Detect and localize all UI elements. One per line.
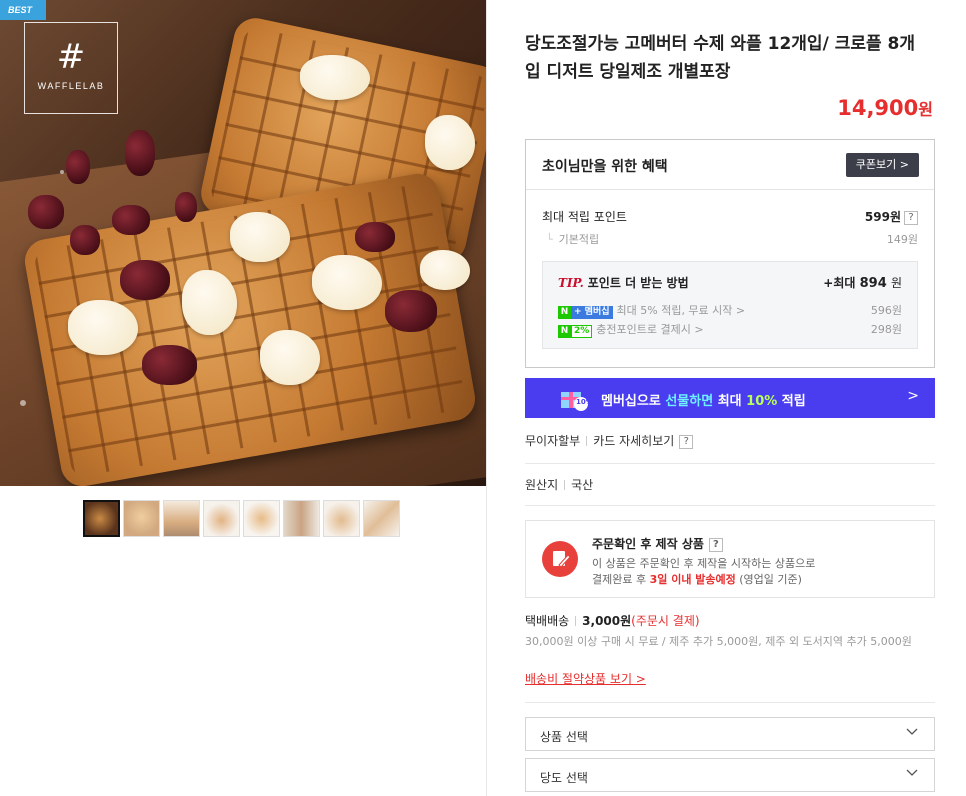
notice-line-2: 결제완료 후 3일 이내 발송예정 (영업일 기준) xyxy=(592,571,802,587)
max-points-help-icon[interactable]: ? xyxy=(904,211,918,225)
thumbnail-4[interactable] xyxy=(203,500,240,537)
base-points-label-wrap: └ 기본적립 xyxy=(542,231,599,247)
edit-note-icon xyxy=(542,541,578,577)
membership-gift-banner[interactable]: 10% 멤버십으로 선물하면 최대 10% 적립 > xyxy=(525,378,935,418)
banner-text-c: 최대 xyxy=(713,394,747,409)
logo-text: WAFFLELAB xyxy=(37,81,105,91)
chevron-down-icon xyxy=(906,728,918,735)
tip-row-value: 596원 xyxy=(870,304,902,317)
banner-text-a: 멤버십으로 xyxy=(601,394,666,409)
naver-n-icon: N xyxy=(558,325,571,338)
sweetness-select-dropdown[interactable]: 당도 선택 xyxy=(525,758,935,792)
thumbnail-7[interactable] xyxy=(323,500,360,537)
origin-label: 원산지 xyxy=(525,478,559,492)
chevron-down-icon xyxy=(906,769,918,776)
shipping-description: 30,000원 이상 구매 시 무료 / 제주 추가 5,000원, 제주 외 … xyxy=(525,635,912,648)
thumbnail-6[interactable] xyxy=(283,500,320,537)
divider xyxy=(525,463,935,464)
tip-row-label: 최대 5% 적립, 무료 시작 > xyxy=(616,304,746,317)
product-select-dropdown[interactable]: 상품 선택 xyxy=(525,717,935,751)
tip-title: TIP. 포인트 더 받는 방법 xyxy=(558,274,689,291)
banner-text-b: 선물하면 xyxy=(665,394,714,409)
tip-max: +최대 894 원 xyxy=(823,274,902,291)
tip-row-charge-points[interactable]: N 2% 충전포인트로 결제시 > 298원 xyxy=(558,321,902,338)
notice-title: 주문확인 후 제작 상품? xyxy=(592,535,723,552)
notice-ship-date: 3일 이내 발송예정 xyxy=(649,573,736,586)
benefit-box: 초이님만을 위한 혜택 쿠폰보기 > 최대 적립 포인트 599원? └ 기본적립… xyxy=(525,139,935,368)
shipping-row: 택배배송 3,000원(주문시 결제) xyxy=(525,612,700,629)
best-badge: BEST xyxy=(0,0,46,20)
product-price: 14,900원 xyxy=(837,96,933,120)
base-points-label: 기본적립 xyxy=(558,233,600,246)
wafflelab-logo: # WAFFLELAB xyxy=(24,22,118,114)
thumbnail-strip xyxy=(83,500,400,537)
shipping-amount: 3,000원 xyxy=(582,614,632,628)
tree-branch-icon: └ xyxy=(546,233,553,246)
thumbnail-1[interactable] xyxy=(83,500,120,537)
gift-badge-text: 10% xyxy=(576,398,593,406)
thumbnail-2[interactable] xyxy=(123,500,160,537)
banner-text-e: 적립 xyxy=(777,394,806,409)
max-points-value: 599원 xyxy=(864,210,901,224)
hash-logo-icon: # xyxy=(56,37,86,77)
price-value: 14,900 xyxy=(837,96,919,120)
base-points-value: 149원 xyxy=(886,233,918,246)
shipping-label: 택배배송 xyxy=(525,614,570,628)
membership-banner-text: 멤버십으로 선물하면 최대 10% 적립 xyxy=(601,390,806,409)
tip-box: TIP. 포인트 더 받는 방법 +최대 894 원 N + 멤버십 최대 5% 적립… xyxy=(542,261,918,349)
thumbnail-3[interactable] xyxy=(163,500,200,537)
main-product-image[interactable]: # WAFFLELAB BEST xyxy=(0,0,486,486)
tip-max-unit: 원 xyxy=(890,276,902,290)
made-to-order-notice: 주문확인 후 제작 상품? 이 상품은 주문확인 후 제작을 시작하는 상품으로… xyxy=(525,520,935,598)
tip-row-membership[interactable]: N + 멤버십 최대 5% 적립, 무료 시작 > 596원 xyxy=(558,302,902,319)
price-unit: 원 xyxy=(918,100,933,119)
installment-row: 무이자할부 카드 자세히보기? xyxy=(525,432,694,449)
sweetness-select-label: 당도 선택 xyxy=(540,771,588,785)
product-info-panel: 당도조절가능 고메버터 수제 와플 12개입/ 크로플 8개입 디저트 당일제조… xyxy=(486,0,966,796)
tip-max-prefix: +최대 xyxy=(823,276,856,290)
shipping-note: (주문시 결제) xyxy=(631,614,700,628)
tip-row-label: 충전포인트로 결제시 > xyxy=(596,323,704,336)
notice-line-2a: 결제완료 후 xyxy=(592,573,650,586)
installment-help-icon[interactable]: ? xyxy=(679,435,694,449)
naver-n-icon: N xyxy=(558,306,571,319)
origin-value: 국산 xyxy=(571,478,594,492)
max-points-value-wrap: 599원? xyxy=(865,208,918,225)
notice-line-1: 이 상품은 주문확인 후 제작을 시작하는 상품으로 xyxy=(592,557,816,570)
product-title: 당도조절가능 고메버터 수제 와플 12개입/ 크로플 8개입 디저트 당일제조… xyxy=(525,34,916,82)
naver-membership-badge: N + 멤버십 xyxy=(558,306,613,319)
divider xyxy=(525,505,935,506)
tip-prefix: TIP. xyxy=(558,276,584,290)
thumbnail-8[interactable] xyxy=(363,500,400,537)
tip-row-value: 298원 xyxy=(870,323,902,336)
chevron-right-icon: > xyxy=(907,388,919,404)
membership-badge-text: + 멤버십 xyxy=(571,306,613,319)
divider xyxy=(525,702,935,703)
product-gallery: # WAFFLELAB BEST xyxy=(0,0,486,796)
percent-badge-text: 2% xyxy=(571,325,593,338)
thumbnail-5[interactable] xyxy=(243,500,280,537)
shipping-saver-link[interactable]: 배송비 절약상품 보기 > xyxy=(525,670,646,687)
benefit-header: 초이님만을 위한 혜택 쿠폰보기 > xyxy=(526,140,934,190)
tip-max-value: 894 xyxy=(859,276,887,291)
card-detail-link[interactable]: 카드 자세히보기 xyxy=(593,434,674,448)
origin-row: 원산지 국산 xyxy=(525,476,593,493)
installment-label: 무이자할부 xyxy=(525,434,581,448)
notice-line-2c: (영업일 기준) xyxy=(735,573,802,586)
naver-pay-badge: N 2% xyxy=(558,325,593,338)
benefit-title: 초이님만을 위한 혜택 xyxy=(542,159,668,175)
product-select-label: 상품 선택 xyxy=(540,730,588,744)
tip-title-text: 포인트 더 받는 방법 xyxy=(587,276,689,290)
banner-text-d: 10% xyxy=(746,394,778,409)
notice-title-text: 주문확인 후 제작 상품 xyxy=(592,537,704,551)
coupon-view-button[interactable]: 쿠폰보기 > xyxy=(845,153,919,177)
max-points-label: 최대 적립 포인트 xyxy=(542,210,627,224)
notice-help-icon[interactable]: ? xyxy=(708,538,723,552)
